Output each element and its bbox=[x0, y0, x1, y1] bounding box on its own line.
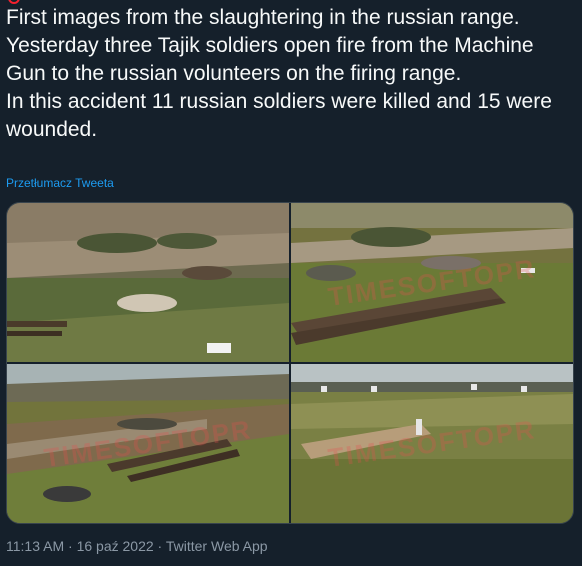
meta-separator: · bbox=[64, 538, 77, 554]
translate-tweet-link[interactable]: Przetłumacz Tweeta bbox=[6, 176, 114, 190]
photo-4[interactable]: TIMESOFTOPR bbox=[291, 364, 573, 523]
tweet-time[interactable]: 11:13 AM bbox=[6, 538, 64, 554]
tweet-meta: 11:13 AM · 16 paź 2022 · Twitter Web App bbox=[6, 538, 268, 554]
photo-2[interactable]: TIMESOFTOPR bbox=[291, 203, 573, 362]
media-grid: TIMESOFTOPR TIMESOFTOPR TIMESOFTOPR bbox=[6, 202, 574, 524]
photo-3[interactable]: TIMESOFTOPR bbox=[7, 364, 289, 523]
photo-1[interactable] bbox=[7, 203, 289, 362]
tweet-text: First images from the slaughtering in th… bbox=[6, 6, 552, 141]
tweet-source-app[interactable]: Twitter Web App bbox=[166, 538, 268, 554]
tweet-date[interactable]: 16 paź 2022 bbox=[77, 538, 154, 554]
meta-separator: · bbox=[153, 538, 166, 554]
